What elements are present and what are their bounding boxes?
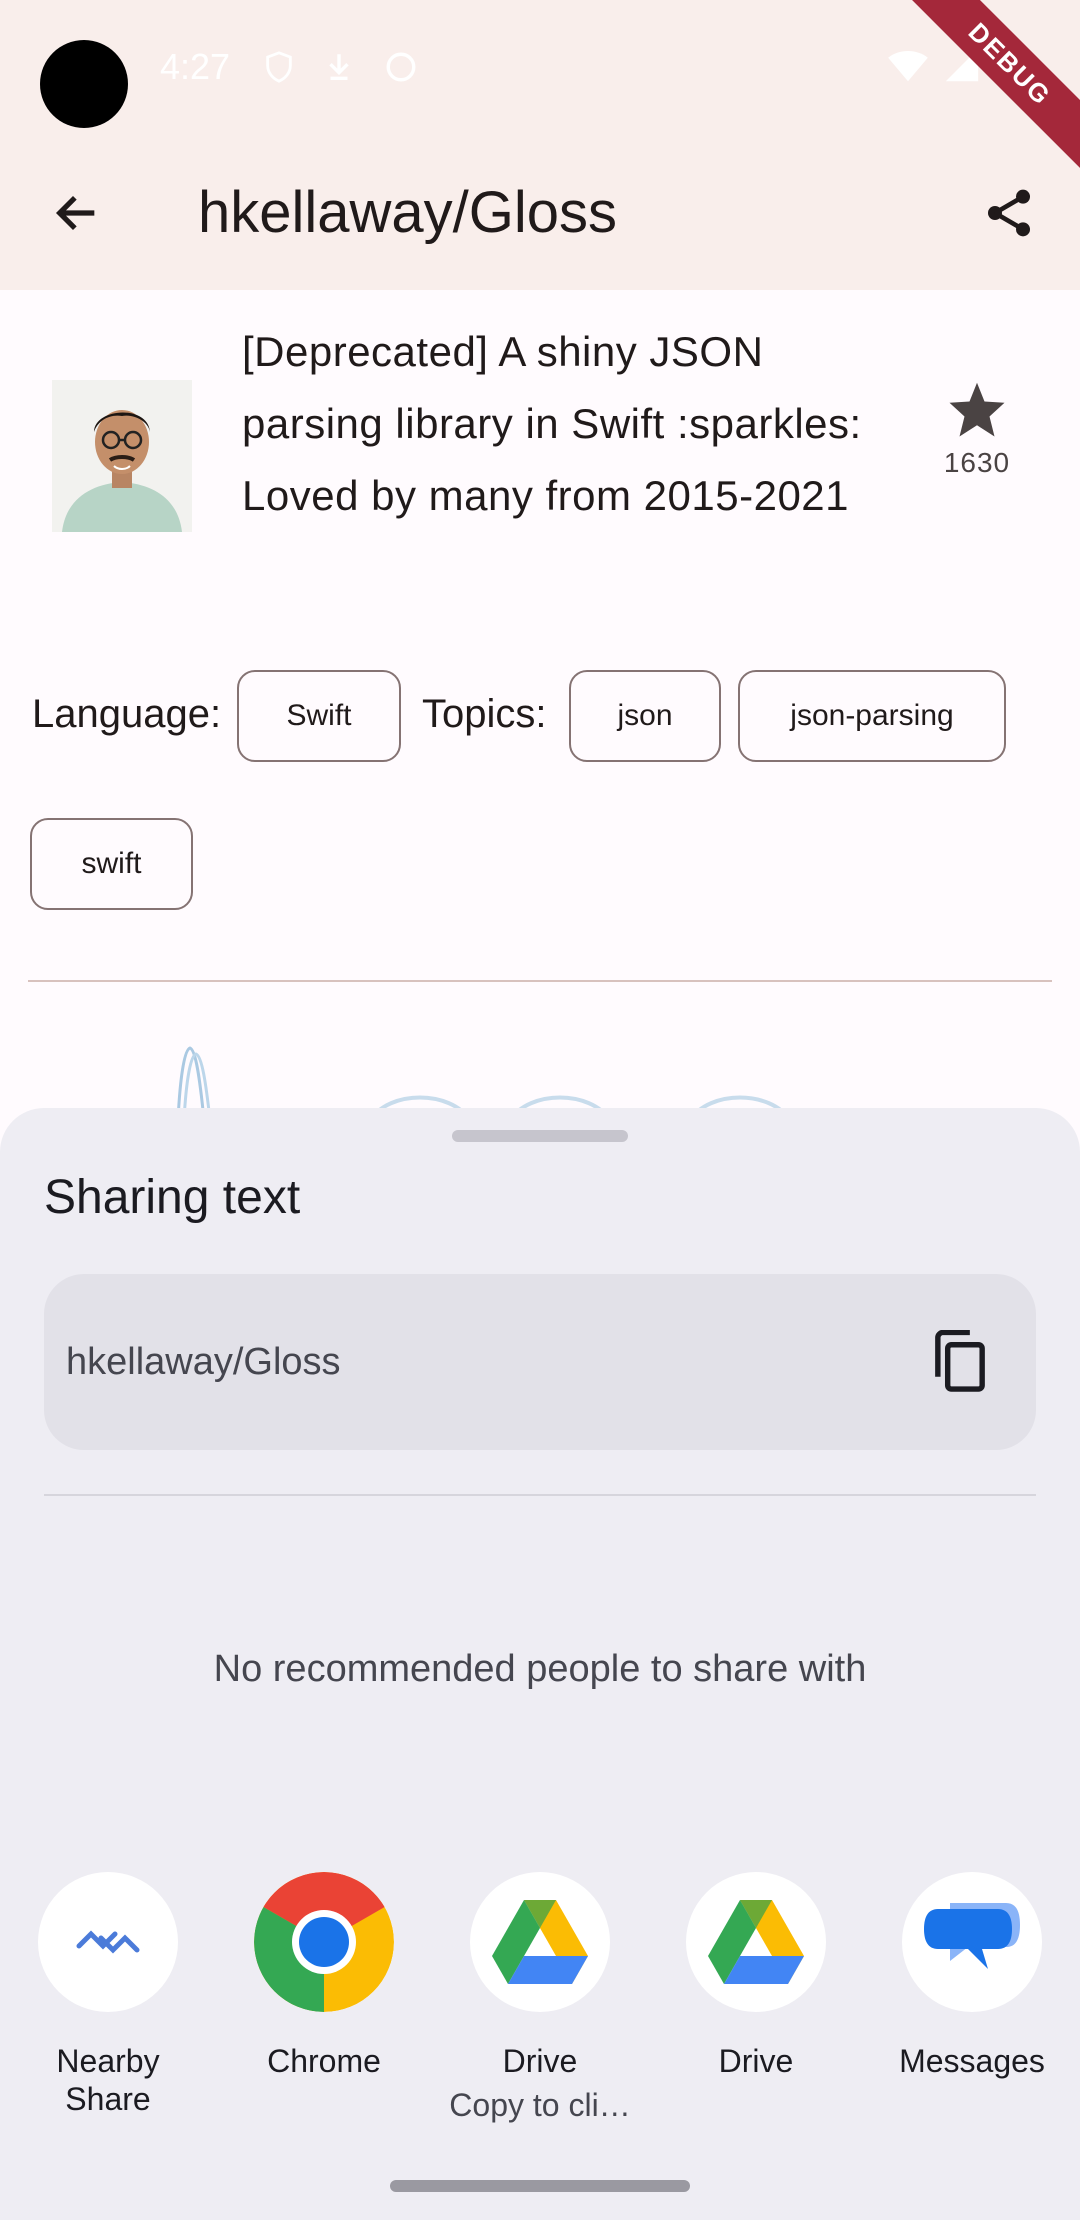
- drive-icon: [686, 1872, 826, 2012]
- topic-chip[interactable]: json: [569, 670, 721, 762]
- star-count: 1630: [943, 447, 1011, 478]
- shield-status-icon: [266, 51, 292, 83]
- divider: [28, 980, 1052, 982]
- share-sheet: Sharing text hkellaway/Gloss No recommen…: [0, 1108, 1080, 2220]
- copy-icon: [935, 1330, 985, 1392]
- no-recommended-people: No recommended people to share with: [213, 1648, 867, 1690]
- debug-banner: DEBUG: [901, 0, 1080, 173]
- divider: [44, 1494, 1036, 1496]
- drive-icon: [470, 1872, 610, 2012]
- page-title: hkellaway/Gloss: [198, 180, 618, 245]
- language-label: Language:: [32, 692, 222, 736]
- share-sheet-title: Sharing text: [44, 1171, 301, 1224]
- language-chip[interactable]: Swift: [237, 670, 401, 762]
- nearby-share-icon: [38, 1872, 178, 2012]
- share-target-drive[interactable]: Drive: [656, 1872, 856, 2080]
- back-button[interactable]: [40, 176, 114, 250]
- wifi-icon: [888, 51, 928, 82]
- share-target-drive-copy[interactable]: Drive Copy to cli…: [440, 1872, 640, 2124]
- share-target-label: Chrome: [267, 2043, 381, 2079]
- app-header: 4:27 DEBUG hkellaway/Gloss: [0, 0, 1080, 290]
- download-status-icon: [329, 54, 349, 81]
- topics-label: Topics:: [422, 692, 547, 736]
- share-target-messages[interactable]: Messages: [872, 1872, 1072, 2080]
- arrow-back-icon: [55, 195, 95, 231]
- topic-chip[interactable]: swift: [30, 818, 193, 910]
- copy-button[interactable]: [922, 1324, 998, 1400]
- owner-avatar: [52, 380, 192, 532]
- messages-icon: [902, 1872, 1042, 2012]
- shared-text-preview: hkellaway/Gloss: [44, 1274, 1036, 1450]
- share-target-label: Drive: [502, 2043, 578, 2079]
- share-target-sublabel: Copy to cli…: [449, 2087, 631, 2123]
- star-count-box: 1630: [930, 380, 1024, 479]
- drag-handle[interactable]: [452, 1130, 628, 1142]
- share-target-label: Messages: [899, 2043, 1045, 2079]
- share-icon: [988, 189, 1030, 237]
- repo-description: [Deprecated] A shiny JSON parsing librar…: [242, 328, 862, 519]
- topic-chip[interactable]: json-parsing: [738, 670, 1006, 762]
- shared-text: hkellaway/Gloss: [66, 1341, 341, 1383]
- status-time: 4:27: [160, 46, 231, 87]
- share-button[interactable]: [972, 176, 1046, 250]
- share-target-nearby-share[interactable]: Nearby Share: [8, 1872, 208, 2118]
- share-target-label: Nearby Share: [56, 2043, 160, 2117]
- gesture-nav-bar[interactable]: [390, 2180, 690, 2192]
- share-target-label: Drive: [718, 2043, 794, 2079]
- app-status-icon: [386, 52, 416, 82]
- star-icon: [949, 382, 1005, 437]
- camera-cutout: [40, 40, 128, 128]
- share-target-chrome[interactable]: Chrome: [224, 1872, 424, 2080]
- chrome-icon: [254, 1872, 394, 2012]
